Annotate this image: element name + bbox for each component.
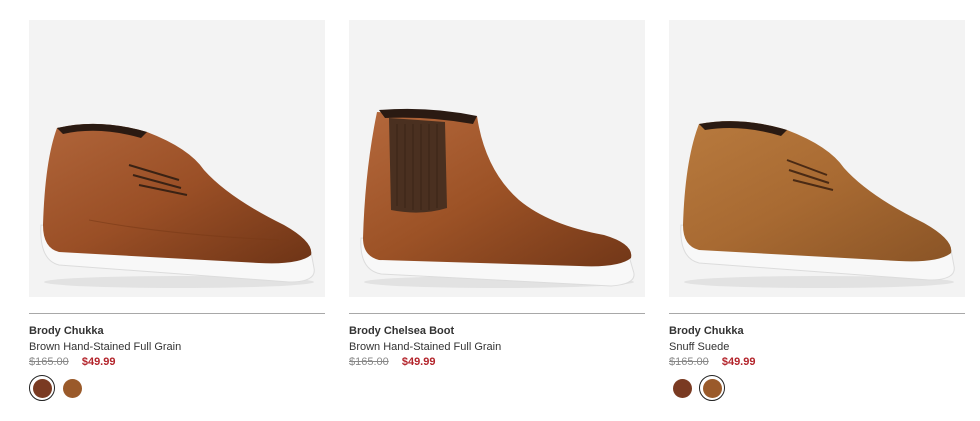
product-card: Brody Chelsea Boot Brown Hand-Stained Fu… xyxy=(349,20,645,369)
product-card: Brody Chukka Snuff Suede $165.00 $49.99 xyxy=(669,20,965,401)
product-color-name: Snuff Suede xyxy=(669,341,730,353)
color-swatches xyxy=(669,375,965,401)
color-swatch[interactable] xyxy=(669,375,695,401)
chelsea-boot-image xyxy=(360,108,635,288)
swatch-dot xyxy=(672,378,692,398)
divider xyxy=(669,313,965,314)
original-price: $165.00 xyxy=(29,356,69,368)
product-card: Brody Chukka Brown Hand-Stained Full Gra… xyxy=(29,20,325,401)
color-swatches xyxy=(29,375,325,401)
product-grid: Brody Chukka Brown Hand-Stained Full Gra… xyxy=(0,0,980,421)
sale-price: $49.99 xyxy=(721,356,756,368)
swatch-dot xyxy=(702,378,722,398)
product-image[interactable] xyxy=(349,20,645,297)
swatch-dot xyxy=(62,378,82,398)
product-name[interactable]: Brody Chukka xyxy=(29,324,325,338)
product-color-name: Brown Hand-Stained Full Grain xyxy=(29,341,182,353)
original-price: $165.00 xyxy=(349,356,389,368)
swatch-dot xyxy=(32,378,52,398)
sale-price: $49.99 xyxy=(81,356,116,368)
color-swatch-selected[interactable] xyxy=(29,375,55,401)
product-name[interactable]: Brody Chelsea Boot xyxy=(349,324,645,338)
product-image[interactable] xyxy=(29,20,325,297)
sale-price: $49.99 xyxy=(401,356,436,368)
price-row: $165.00 $49.99 xyxy=(669,356,965,369)
product-image[interactable] xyxy=(669,20,965,297)
product-name[interactable]: Brody Chukka xyxy=(669,324,965,338)
chukka-leather-shoe-image xyxy=(40,123,315,288)
color-swatch[interactable] xyxy=(59,375,85,401)
original-price: $165.00 xyxy=(669,356,709,368)
chukka-suede-shoe-image xyxy=(680,121,955,288)
product-color-name: Brown Hand-Stained Full Grain xyxy=(349,341,502,353)
divider xyxy=(29,313,325,314)
price-row: $165.00 $49.99 xyxy=(29,356,325,369)
color-swatch-selected[interactable] xyxy=(699,375,725,401)
price-row: $165.00 $49.99 xyxy=(349,356,645,369)
divider xyxy=(349,313,645,314)
